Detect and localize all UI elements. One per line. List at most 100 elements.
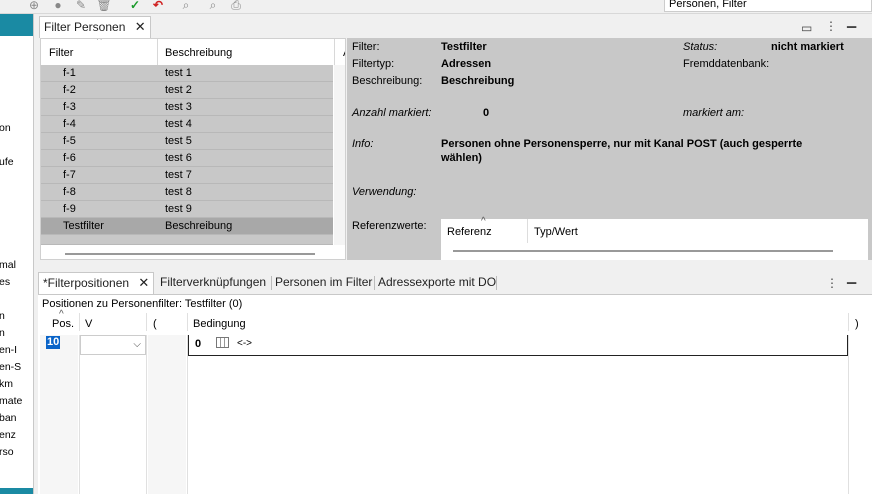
column-header-v[interactable]: V bbox=[85, 318, 92, 330]
tab-label: Filterverknüpfungen bbox=[160, 275, 267, 289]
bottom-tab-bar: *Filterpositionen ✕ Filterverknüpfungen … bbox=[38, 270, 872, 294]
sort-up-icon[interactable]: ^ bbox=[97, 39, 102, 46]
nav-item[interactable]: on bbox=[0, 122, 11, 134]
column-header-beschreibung[interactable]: Beschreibung bbox=[165, 47, 232, 59]
nav-item[interactable]: n bbox=[0, 327, 5, 339]
pencil-icon[interactable]: ✎ bbox=[73, 0, 89, 13]
column-header-referenz[interactable]: Referenz bbox=[447, 226, 492, 238]
tab-filterpositionen[interactable]: *Filterpositionen ✕ bbox=[38, 272, 155, 294]
pos-cell-selected[interactable]: 10 bbox=[46, 336, 61, 349]
nav-item[interactable]: rso bbox=[0, 446, 14, 458]
horizontal-scrollbar[interactable] bbox=[65, 253, 315, 255]
horizontal-scrollbar[interactable] bbox=[453, 250, 833, 252]
positions-caption: Positionen zu Personenfilter: Testfilter… bbox=[42, 298, 243, 310]
cell-description: test 2 bbox=[165, 84, 192, 96]
condition-cell[interactable]: 0 <-> bbox=[188, 335, 848, 356]
status-label: Status: bbox=[683, 41, 718, 53]
nav-item[interactable]: mal bbox=[0, 259, 16, 271]
column-divider bbox=[79, 335, 80, 494]
table-row[interactable]: f-5 test 5 bbox=[41, 133, 333, 150]
filtertype-value: Adressen bbox=[441, 58, 492, 70]
column-header-typwert[interactable]: Typ/Wert bbox=[534, 226, 578, 238]
table-row[interactable]: f-2 test 2 bbox=[41, 82, 333, 99]
marked-at-label: markiert am: bbox=[683, 107, 745, 119]
filter-label: Filter: bbox=[352, 41, 380, 53]
search-icon[interactable]: ⌕ bbox=[178, 0, 194, 13]
paren-column-bg bbox=[148, 335, 186, 494]
minimize-icon[interactable]: ▁ bbox=[847, 270, 856, 284]
v-dropdown[interactable]: ⌵ bbox=[80, 335, 146, 355]
cell-filter: f-5 bbox=[63, 135, 76, 147]
search-icon[interactable]: ⌕ bbox=[205, 0, 221, 13]
count-marked-value: 0 bbox=[483, 107, 490, 119]
column-header-close-paren[interactable]: ) bbox=[855, 318, 859, 330]
table-row-empty bbox=[41, 235, 333, 245]
nav-item[interactable]: ban bbox=[0, 412, 17, 424]
trash-icon[interactable]: 🗑 bbox=[96, 0, 112, 13]
cell-description: test 6 bbox=[165, 152, 192, 164]
minimize-icon[interactable]: ▁ bbox=[847, 14, 856, 28]
chevron-down-icon[interactable]: ⌵ bbox=[133, 339, 141, 350]
table-row[interactable]: f-7 test 7 bbox=[41, 167, 333, 184]
cell-filter: f-2 bbox=[63, 84, 76, 96]
undo-icon[interactable]: ↶ bbox=[150, 0, 166, 13]
vertical-scrollbar[interactable] bbox=[334, 65, 345, 245]
table-row[interactable]: f-6 test 6 bbox=[41, 150, 333, 167]
more-icon[interactable]: ⋮ bbox=[825, 19, 837, 33]
column-divider bbox=[157, 39, 158, 65]
tab-filterverknuepfungen[interactable]: Filterverknüpfungen bbox=[156, 272, 270, 294]
column-divider bbox=[187, 335, 188, 494]
cell-filter: f-9 bbox=[63, 203, 76, 215]
print-icon[interactable]: ⎙ bbox=[228, 0, 244, 13]
tab-filter-personen[interactable]: Filter Personen ✕ bbox=[39, 16, 151, 38]
nav-item[interactable]: enz bbox=[0, 429, 16, 441]
left-nav-footer bbox=[0, 488, 33, 494]
description-label: Beschreibung: bbox=[352, 75, 423, 87]
column-header-open-paren[interactable]: ( bbox=[153, 318, 157, 330]
table-row[interactable]: f-3 test 3 bbox=[41, 99, 333, 116]
tab-separator bbox=[496, 276, 497, 290]
tab-adressexporte[interactable]: Adressexporte mit DO bbox=[374, 272, 500, 294]
table-row[interactable]: f-4 test 4 bbox=[41, 116, 333, 133]
nav-item[interactable]: ufe bbox=[0, 156, 14, 168]
checkmark-icon[interactable]: ✓ bbox=[127, 0, 143, 13]
restore-icon[interactable]: ▭ bbox=[801, 21, 812, 35]
status-value: nicht markiert bbox=[771, 41, 844, 53]
column-divider bbox=[848, 335, 849, 494]
table-row-selected[interactable]: Testfilter Beschreibung bbox=[41, 218, 333, 235]
filter-positions-panel: Positionen zu Personenfilter: Testfilter… bbox=[38, 294, 872, 494]
search-input[interactable]: Personen, Filter bbox=[664, 0, 872, 12]
left-nav-panel: on ufe mal es n n en-I en-S km mate ban … bbox=[0, 14, 34, 494]
nav-item[interactable]: n bbox=[0, 310, 5, 322]
close-icon[interactable]: ✕ bbox=[138, 275, 149, 290]
nav-item[interactable]: mate bbox=[0, 395, 22, 407]
table-row[interactable]: f-1 test 1 bbox=[41, 65, 333, 82]
tab-personen-im-filter[interactable]: Personen im Filter bbox=[271, 272, 376, 294]
table-row[interactable]: f-9 test 9 bbox=[41, 201, 333, 218]
table-row[interactable]: f-8 test 8 bbox=[41, 184, 333, 201]
tab-label: Adressexporte mit DO bbox=[378, 275, 497, 289]
nav-item[interactable]: en-S bbox=[0, 361, 21, 373]
column-header-pos[interactable]: Pos. bbox=[52, 318, 74, 330]
pos-column-bg bbox=[40, 335, 78, 494]
column-header-bedingung[interactable]: Bedingung bbox=[193, 318, 246, 330]
column-header-a[interactable]: A bbox=[343, 47, 345, 59]
cell-filter: f-3 bbox=[63, 101, 76, 113]
left-nav-header bbox=[0, 14, 33, 36]
disc-icon[interactable]: ● bbox=[50, 0, 66, 13]
add-circle-icon[interactable]: ⊕ bbox=[26, 0, 42, 13]
tab-label: *Filterpositionen bbox=[43, 276, 130, 290]
filter-table: ^ Filter Beschreibung A f-1 test 1 f-2 tes… bbox=[40, 38, 346, 260]
close-icon[interactable]: ✕ bbox=[135, 19, 146, 34]
cell-filter: f-7 bbox=[63, 169, 76, 181]
nav-item[interactable]: es bbox=[0, 276, 10, 288]
more-icon[interactable]: ⋮ bbox=[826, 276, 838, 290]
cell-description: Beschreibung bbox=[165, 220, 233, 232]
condition-operator: <-> bbox=[237, 338, 253, 349]
nav-item[interactable]: en-I bbox=[0, 344, 17, 356]
nav-item[interactable]: km bbox=[0, 378, 13, 390]
column-header-filter[interactable]: Filter bbox=[49, 47, 73, 59]
cell-description: test 4 bbox=[165, 118, 192, 130]
table-icon[interactable] bbox=[216, 337, 229, 348]
info-line-2: wählen) bbox=[441, 152, 482, 164]
